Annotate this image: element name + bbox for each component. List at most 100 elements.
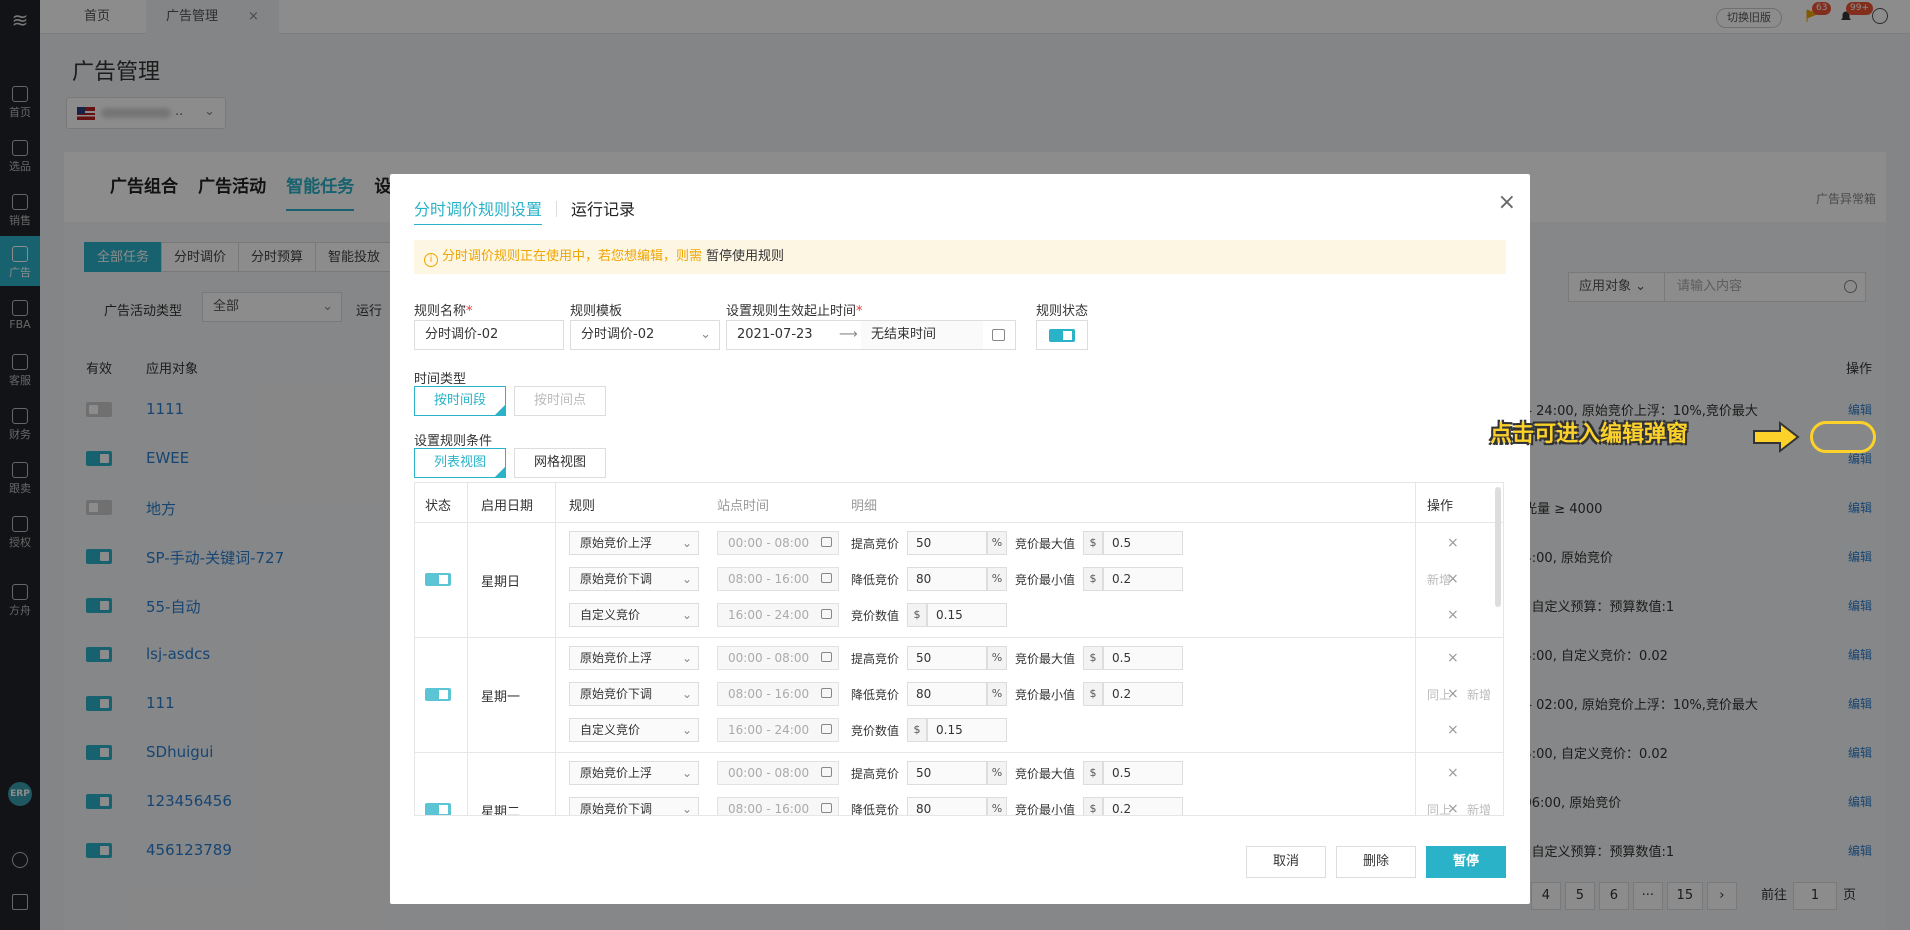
end-date[interactable]: 无结束时间 [861,321,983,349]
unit-suffix: % [987,761,1007,785]
pause-rule-link[interactable]: 暂停使用规则 [706,249,784,264]
arrow-right-icon: ⟶ [839,327,858,342]
unit-prefix: $ [1083,646,1103,670]
time-range-input[interactable]: 08:00 - 16:00 [717,682,839,706]
remove-icon[interactable]: × [1447,650,1459,666]
rule-line: 原始竞价下调 ⌄ 08:00 - 16:00 降低竞价 80% 竞价最小值 $0.2 [569,567,1409,591]
rule-type-select[interactable]: 原始竞价下调 ⌄ [569,682,699,706]
day-toggle[interactable] [425,803,451,815]
row-op-link[interactable]: 新增 [1467,686,1491,703]
grid-view-button[interactable]: 网格视图 [514,448,606,478]
value-input[interactable]: 80 [907,567,987,591]
remove-icon[interactable]: × [1447,722,1459,738]
unit-suffix: % [987,646,1007,670]
time-range-input[interactable]: 08:00 - 16:00 [717,567,839,591]
limit-input[interactable]: 0.2 [1103,567,1183,591]
pause-button[interactable]: 暂停 [1426,846,1506,878]
day-name: 星期日 [481,575,521,590]
day-name: 星期二 [481,805,521,816]
tab-rule-settings[interactable]: 分时调价规则设置 [414,196,543,225]
chevron-down-icon: ⌄ [681,572,692,586]
rule-line: 原始竞价上浮 ⌄ 00:00 - 08:00 提高竞价 50% 竞价最大值 $0.5 [569,646,1409,670]
rule-line: 自定义竞价 ⌄ 16:00 - 24:00 竞价数值 $0.15 [569,718,1409,742]
chevron-down-icon: ⌄ [681,651,692,665]
day-toggle[interactable] [425,688,451,701]
row-op-link[interactable]: 同上 [1427,686,1451,703]
limit-input[interactable]: 0.5 [1103,646,1183,670]
delete-button[interactable]: 删除 [1336,846,1416,878]
scrollbar[interactable] [1495,487,1501,607]
tutorial-callout: 点击可进入编辑弹窗 [1490,422,1689,447]
calendar-icon [821,803,832,813]
row-op-link[interactable]: 新增 [1467,801,1491,815]
value-input[interactable]: 50 [907,761,987,785]
toggle-switch [1049,329,1075,342]
rule-name-input[interactable]: 分时调价-02 [414,320,564,350]
rule-status-toggle[interactable] [1036,320,1088,350]
unit-prefix: $ [1083,682,1103,706]
time-period-button[interactable]: 按时间段 [414,386,506,416]
unit-suffix: % [987,797,1007,815]
chevron-down-icon: ⌄ [681,536,692,550]
date-range-label: 设置规则生效起止时间* [726,304,863,319]
limit-input[interactable]: 0.5 [1103,761,1183,785]
chevron-down-icon: ⌄ [700,327,711,342]
rule-type-select[interactable]: 自定义竞价 ⌄ [569,718,699,742]
cancel-button[interactable]: 取消 [1246,846,1326,878]
rule-type-select[interactable]: 原始竞价下调 ⌄ [569,797,699,816]
day-block: 星期一 原始竞价上浮 ⌄ 00:00 - 08:00 提高竞价 50% 竞价最大值 $0.5 ×… [415,638,1503,753]
time-range-input[interactable]: 16:00 - 24:00 [717,718,839,742]
time-type-label: 时间类型 [414,372,467,387]
list-view-button[interactable]: 列表视图 [414,448,506,478]
unit-suffix: % [987,567,1007,591]
tab-run-log[interactable]: 运行记录 [571,196,635,224]
rule-type-select[interactable]: 原始竞价下调 ⌄ [569,567,699,591]
rule-type-select[interactable]: 自定义竞价 ⌄ [569,603,699,627]
time-range-input[interactable]: 08:00 - 16:00 [717,797,839,815]
value-input[interactable]: 50 [907,531,987,555]
rule-type-select[interactable]: 原始竞价上浮 ⌄ [569,531,699,555]
value-input[interactable]: 0.15 [927,718,1007,742]
chevron-down-icon: ⌄ [681,687,692,701]
modal-tabs: 分时调价规则设置 运行记录 [414,196,635,225]
time-range-input[interactable]: 16:00 - 24:00 [717,603,839,627]
row-op-link[interactable]: 同上 [1427,801,1451,815]
day-toggle[interactable] [425,573,451,586]
value-input[interactable]: 80 [907,682,987,706]
remove-icon[interactable]: × [1447,535,1459,551]
time-range-input[interactable]: 00:00 - 08:00 [717,761,839,785]
day-name: 星期一 [481,690,521,705]
unit-prefix: $ [1083,531,1103,555]
time-point-button[interactable]: 按时间点 [514,386,606,416]
calendar-icon [821,688,832,698]
rules-table-header: 状态 启用日期 规则 站点时间 明细 操作 [415,483,1503,523]
calendar-icon[interactable] [992,329,1005,341]
chevron-down-icon: ⌄ [681,608,692,622]
limit-input[interactable]: 0.5 [1103,531,1183,555]
time-range-input[interactable]: 00:00 - 08:00 [717,646,839,670]
alert-banner: i 分时调价规则正在使用中，若您想编辑，则需 暂停使用规则 [414,240,1506,274]
chevron-down-icon: ⌄ [681,802,692,816]
unit-prefix: $ [1083,567,1103,591]
rule-type-select[interactable]: 原始竞价上浮 ⌄ [569,761,699,785]
date-range-picker[interactable]: 2021-07-23 ⟶ 无结束时间 [726,320,1016,350]
row-op-link[interactable]: 新增 [1427,571,1451,588]
value-input[interactable]: 80 [907,797,987,815]
time-range-input[interactable]: 00:00 - 08:00 [717,531,839,555]
edit-highlight-ring [1810,421,1876,453]
start-date[interactable]: 2021-07-23 [727,321,831,349]
remove-icon[interactable]: × [1447,607,1459,623]
rule-line: 原始竞价下调 ⌄ 08:00 - 16:00 降低竞价 80% 竞价最小值 $0.2 [569,797,1409,816]
close-icon[interactable]: × [1498,190,1516,215]
limit-input[interactable]: 0.2 [1103,797,1183,815]
template-select[interactable]: 分时调价-02 ⌄ [570,320,720,350]
unit-prefix: $ [907,603,927,627]
unit-suffix: % [987,682,1007,706]
limit-input[interactable]: 0.2 [1103,682,1183,706]
calendar-icon [821,573,832,583]
remove-icon[interactable]: × [1447,765,1459,781]
value-input[interactable]: 0.15 [927,603,1007,627]
rule-type-select[interactable]: 原始竞价上浮 ⌄ [569,646,699,670]
rule-line: 原始竞价上浮 ⌄ 00:00 - 08:00 提高竞价 50% 竞价最大值 $0.5 [569,531,1409,555]
value-input[interactable]: 50 [907,646,987,670]
